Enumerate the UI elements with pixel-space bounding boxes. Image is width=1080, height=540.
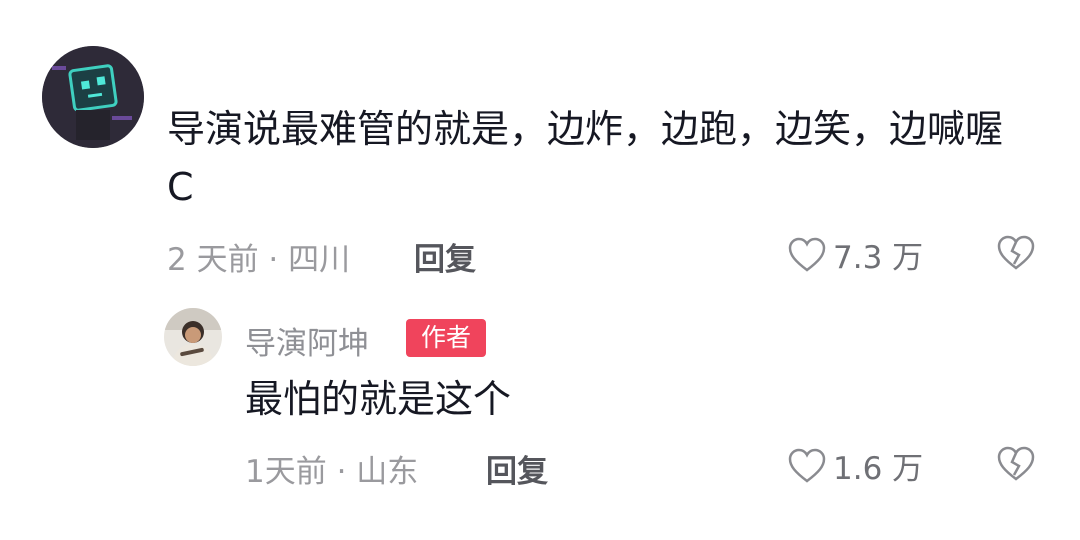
- broken-heart-icon: [997, 235, 1035, 270]
- reply-text: 最怕的就是这个: [245, 377, 512, 421]
- dislike-button[interactable]: [996, 234, 1036, 276]
- like-count: 7.3 万: [833, 240, 924, 276]
- reply-author-name[interactable]: 导演阿坤: [245, 318, 369, 363]
- reply-like-button[interactable]: 1.6 万: [787, 443, 923, 488]
- robot-avatar-icon: [42, 46, 144, 148]
- reply-dislike-button[interactable]: [996, 445, 1036, 487]
- comment-text: 导演说最难管的就是，边炸，边跑，边笑，边喊喔 C: [167, 107, 1004, 209]
- heart-icon: [788, 448, 826, 483]
- like-button[interactable]: 7.3 万: [787, 232, 923, 277]
- reply-to-reply-button[interactable]: 回复: [486, 446, 548, 491]
- heart-icon: [788, 237, 826, 272]
- author-badge: 作者: [406, 319, 486, 357]
- person-avatar-icon: [164, 308, 222, 366]
- reply-button[interactable]: 回复: [414, 234, 476, 279]
- reply-author-avatar[interactable]: [164, 308, 222, 366]
- reply-like-count: 1.6 万: [833, 451, 924, 487]
- reply-meta: 1天前 · 山东: [245, 454, 419, 490]
- broken-heart-icon: [997, 446, 1035, 481]
- commenter-avatar[interactable]: [42, 46, 144, 148]
- comment-meta: 2 天前 · 四川: [167, 242, 351, 278]
